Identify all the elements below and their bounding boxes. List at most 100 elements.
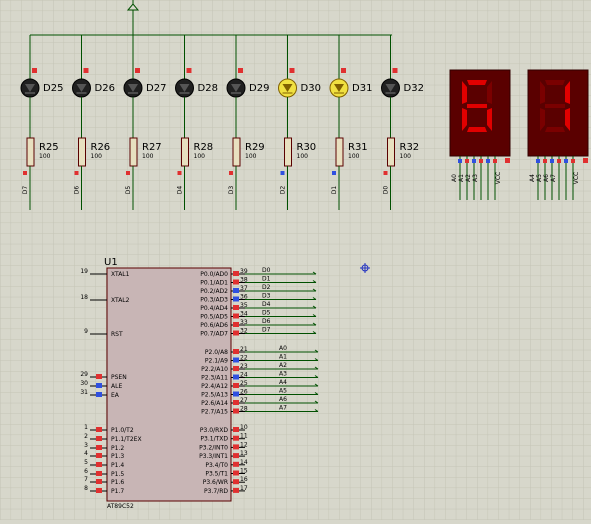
display-pin-label: A3 <box>472 174 479 182</box>
led-state-marker <box>135 68 140 73</box>
resistor-label: R27 <box>142 142 162 153</box>
led-diode-icon <box>381 78 400 98</box>
pin-state-marker <box>233 408 239 414</box>
display-pin-state <box>458 159 462 163</box>
pin-name: P0.2/AD2 <box>200 288 228 295</box>
pin-name: P3.5/T1 <box>205 471 228 478</box>
pin-name: P2.2/A10 <box>201 366 228 373</box>
pin-name: P3.7/RD <box>204 488 228 495</box>
pin-name: P3.4/T0 <box>205 462 228 469</box>
resistor-body <box>335 137 344 167</box>
pin-state-marker <box>96 488 102 493</box>
display-pin-state <box>493 159 497 163</box>
pin-state-marker <box>233 470 239 476</box>
segment-d <box>467 127 487 132</box>
led-diode-icon <box>72 78 91 98</box>
net-state-marker <box>229 171 233 175</box>
net-label: D0 <box>262 267 271 274</box>
pin-number: 4 <box>84 450 88 457</box>
led-diode-icon <box>329 78 349 98</box>
pin-name: P2.3/A11 <box>201 375 228 382</box>
mcu-reference: U1 <box>104 257 118 268</box>
resistor-label: R25 <box>39 142 59 153</box>
pin-state-marker <box>233 391 239 397</box>
led-diode-icon <box>226 78 246 98</box>
display-pin-label: VCC <box>573 172 580 184</box>
led-state-marker <box>341 68 346 73</box>
pin-state-marker <box>233 288 239 293</box>
net-state-marker <box>280 171 285 175</box>
net-state-marker <box>126 171 130 175</box>
pin-number: 14 <box>240 459 248 466</box>
resistor-body <box>232 137 241 167</box>
net-label: A2 <box>279 362 287 369</box>
resistor-body <box>26 137 35 167</box>
display-pin-state <box>465 159 469 163</box>
net-state-marker <box>74 171 79 175</box>
pin-state-marker <box>233 357 239 363</box>
led-label: D27 <box>146 83 166 94</box>
display-pin-state <box>479 159 483 163</box>
pin-number: 30 <box>80 380 88 387</box>
resistor-label: R32 <box>400 142 420 153</box>
pin-state-marker <box>233 313 239 319</box>
display-pin-state <box>472 159 476 163</box>
resistor-label: R28 <box>194 142 214 153</box>
net-label: D2 <box>280 186 287 195</box>
schematic-canvas[interactable]: D25 R25 100 D7 D26 R26 100 D6 D27 R27 100 D5 D28 R28 1… <box>0 0 591 520</box>
net-label: A5 <box>279 388 287 395</box>
pin-number: 6 <box>84 468 88 475</box>
pin-name: P2.7/A15 <box>201 409 228 416</box>
pin-name: P1.5 <box>111 471 124 478</box>
mcu-part-number: AT89C52 <box>107 503 134 510</box>
pin-name: P3.0/RXD <box>200 427 228 434</box>
display-pin-label: A0 <box>451 174 458 182</box>
led-label: D29 <box>249 83 269 94</box>
led-label: D32 <box>404 83 424 94</box>
pin-number: 9 <box>84 328 88 335</box>
net-label: D5 <box>125 186 132 195</box>
pin-number: 16 <box>240 476 248 483</box>
resistor-label: R31 <box>348 142 368 153</box>
pin-name: P2.5/A13 <box>201 392 228 399</box>
pin-name: P1.1/T2EX <box>111 436 142 443</box>
net-label: D6 <box>262 318 271 325</box>
net-label: A7 <box>279 405 287 412</box>
pin-state-marker <box>233 279 239 285</box>
net-label: D4 <box>177 186 184 195</box>
net-label: A4 <box>279 379 287 386</box>
segment-g <box>467 104 487 108</box>
pin-name: XTAL1 <box>111 271 130 278</box>
pin-state-marker <box>233 461 239 467</box>
pin-state-marker <box>96 479 102 484</box>
resistor-body <box>387 137 395 167</box>
display-pin-label: A1 <box>458 174 465 182</box>
net-label: D1 <box>262 276 271 283</box>
resistor-value: 100 <box>245 153 257 160</box>
resistor-label: R26 <box>91 142 111 153</box>
led-diode-icon <box>175 78 194 98</box>
pin-name: P2.0/A8 <box>205 349 228 356</box>
pin-state-marker <box>96 453 102 458</box>
led-diode-icon <box>123 78 143 98</box>
resistor-value: 100 <box>39 153 51 160</box>
pin-number: 10 <box>240 424 248 431</box>
pin-state-marker <box>96 471 102 476</box>
led-label: D30 <box>301 83 321 94</box>
pin-state-marker <box>233 271 239 276</box>
pin-state-marker <box>233 383 239 388</box>
pin-name: P1.3 <box>111 453 124 460</box>
pin-state-marker <box>96 427 102 432</box>
resistor-body <box>78 137 86 167</box>
display-pin-state <box>557 159 561 163</box>
pin-name: P1.2 <box>111 445 124 452</box>
pin-name: P3.1/TXD <box>200 436 228 443</box>
display-pin-state <box>536 159 540 163</box>
display-vcc-state <box>583 158 588 163</box>
net-label: D5 <box>262 310 271 317</box>
pin-state-marker <box>233 444 239 450</box>
resistor-body <box>129 137 138 167</box>
pin-state-marker <box>233 305 239 310</box>
pin-name: P0.6/AD6 <box>200 322 228 329</box>
display-pin-label: A4 <box>529 174 536 182</box>
